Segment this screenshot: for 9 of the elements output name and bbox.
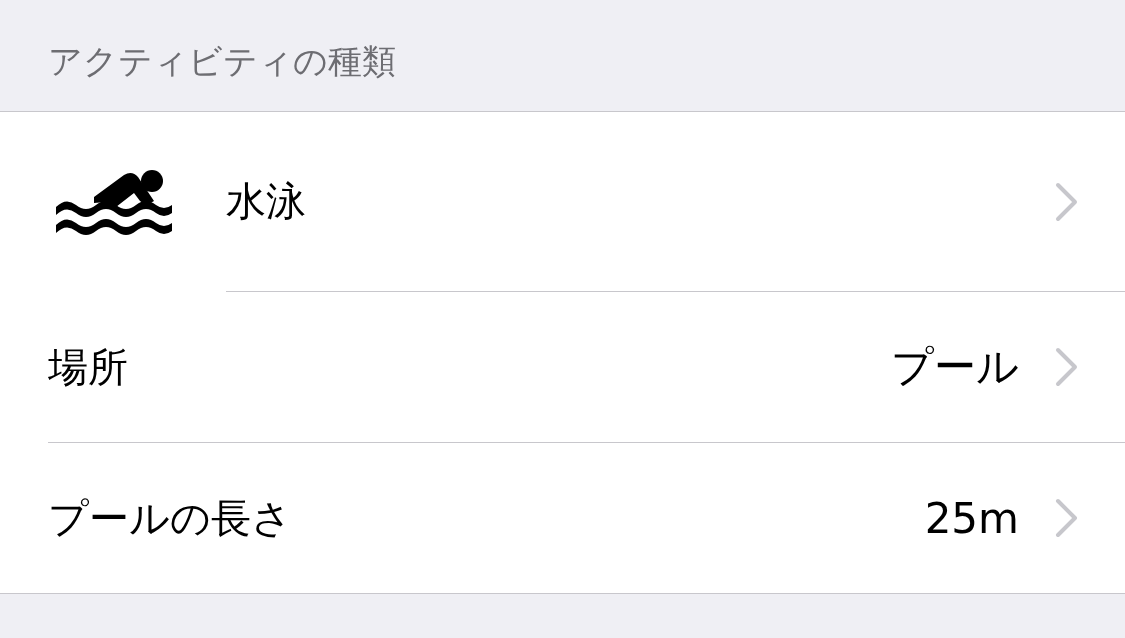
section-header: アクティビティの種類 (48, 41, 396, 81)
setting-value: プール (891, 341, 1019, 393)
chevron-icon (1055, 347, 1079, 387)
chevron-icon (1055, 181, 1079, 222)
activity-label: 水泳 (226, 177, 306, 226)
chevron-icon (1055, 498, 1079, 538)
setting-label: プールの長さ (48, 493, 292, 543)
setting-value: 25m (924, 493, 1019, 543)
setting-label: 場所 (48, 342, 128, 392)
